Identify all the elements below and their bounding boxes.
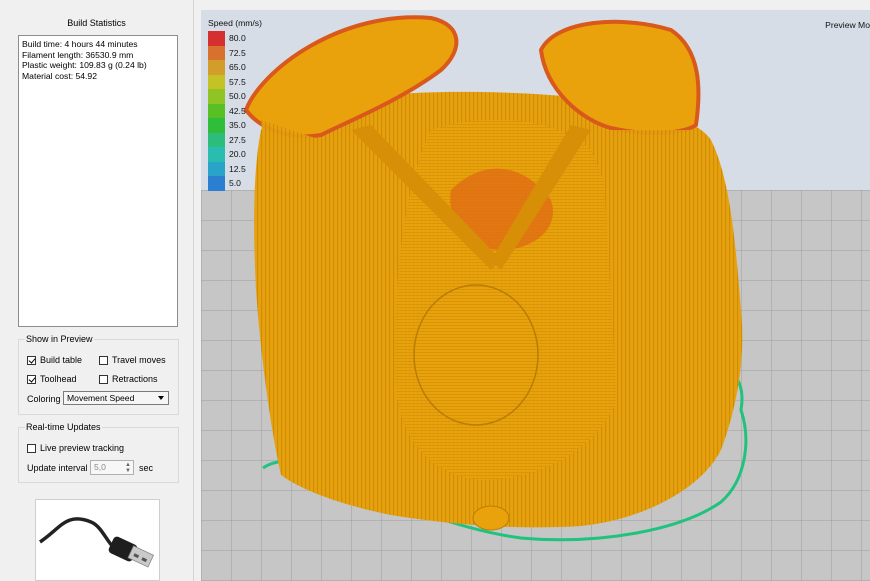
legend-value: 50.0 xyxy=(229,91,246,102)
checkbox-unchecked-icon xyxy=(99,374,108,384)
plastic-weight-line: Plastic weight: 109.83 g (0.24 lb) xyxy=(22,60,147,70)
3d-preview-viewport[interactable]: Speed (mm/s) 80.0 72.5 65.0 57.5 50.0 42.5 35.… xyxy=(201,10,870,581)
usb-cable-icon xyxy=(39,517,155,568)
legend-value: 12.5 xyxy=(229,163,246,174)
build-statistics-box: Build time: 4 hours 44 minutes Filament … xyxy=(18,35,178,327)
legend-row: 5.0 xyxy=(208,176,262,191)
legend-swatch xyxy=(208,147,225,162)
update-interval-unit: sec xyxy=(139,463,154,473)
legend-value: 57.5 xyxy=(229,76,246,87)
build-table-checkbox[interactable]: Build table xyxy=(27,355,82,365)
legend-row: 35.0 xyxy=(208,118,262,133)
legend-swatch xyxy=(208,118,225,133)
coloring-select[interactable]: Movement Speed xyxy=(63,391,169,405)
live-preview-tracking-label: Live preview tracking xyxy=(40,443,125,453)
legend-title: Speed (mm/s) xyxy=(208,18,262,28)
legend-swatch xyxy=(208,176,225,191)
legend-swatch xyxy=(208,45,225,60)
legend-value: 80.0 xyxy=(229,33,246,44)
coloring-select-value: Movement Speed xyxy=(67,393,135,403)
preview-mode-label: Preview Mo xyxy=(825,20,870,30)
legend-row: 42.5 xyxy=(208,103,262,118)
coloring-label: Coloring xyxy=(27,394,61,404)
legend-swatch xyxy=(208,74,225,89)
legend-row: 27.5 xyxy=(208,132,262,147)
travel-moves-label: Travel moves xyxy=(112,355,166,365)
legend-value: 5.0 xyxy=(229,178,241,189)
retractions-label: Retractions xyxy=(112,374,158,384)
toolhead-checkbox[interactable]: Toolhead xyxy=(27,374,77,384)
checkbox-checked-icon xyxy=(27,374,36,384)
build-time-line: Build time: 4 hours 44 minutes xyxy=(22,39,138,49)
legend-value: 65.0 xyxy=(229,62,246,73)
legend-row: 72.5 xyxy=(208,45,262,60)
legend-swatch xyxy=(208,60,225,75)
legend-swatch xyxy=(208,132,225,147)
legend-value: 42.5 xyxy=(229,105,246,116)
update-interval-spinbox[interactable]: 5,0 ▲ ▼ xyxy=(90,460,134,475)
material-cost-line: Material cost: 54.92 xyxy=(22,70,97,81)
realtime-updates-title: Real-time Updates xyxy=(25,422,102,432)
filament-length-line: Filament length: 36530.9 mm xyxy=(22,49,134,60)
travel-moves-checkbox[interactable]: Travel moves xyxy=(99,355,166,365)
legend-row: 57.5 xyxy=(208,74,262,89)
update-interval-label: Update interval xyxy=(27,463,88,473)
retractions-checkbox[interactable]: Retractions xyxy=(99,374,158,384)
legend-value: 35.0 xyxy=(229,120,246,131)
checkbox-checked-icon xyxy=(27,355,36,365)
show-in-preview-title: Show in Preview xyxy=(25,334,94,344)
speed-legend: Speed (mm/s) 80.0 72.5 65.0 57.5 50.0 42.5 35.… xyxy=(208,18,262,191)
update-interval-value: 5,0 xyxy=(94,462,106,472)
legend-swatch xyxy=(208,31,225,46)
live-preview-tracking-checkbox[interactable]: Live preview tracking xyxy=(27,443,124,453)
legend-row: 80.0 xyxy=(208,31,262,46)
3d-scene xyxy=(201,10,870,581)
legend-swatch xyxy=(208,161,225,176)
legend-row: 65.0 xyxy=(208,60,262,75)
legend-value: 72.5 xyxy=(229,47,246,58)
legend-swatch xyxy=(208,89,225,104)
checkbox-unchecked-icon xyxy=(99,355,108,365)
left-panel: Build Statistics Build time: 4 hours 44 … xyxy=(0,0,194,581)
spin-arrows-icon[interactable]: ▲ ▼ xyxy=(125,462,131,474)
checkbox-unchecked-icon xyxy=(27,443,36,453)
dropdown-arrow-icon xyxy=(158,396,164,400)
build-statistics-title: Build Statistics xyxy=(67,18,126,28)
printer-connection-image xyxy=(35,499,160,581)
legend-row: 12.5 xyxy=(208,161,262,176)
legend-value: 27.5 xyxy=(229,134,246,145)
legend-swatch xyxy=(208,103,225,118)
legend-row: 50.0 xyxy=(208,89,262,104)
toolhead-label: Toolhead xyxy=(40,374,77,384)
legend-value: 20.0 xyxy=(229,149,246,160)
build-table-label: Build table xyxy=(40,355,83,365)
legend-row: 20.0 xyxy=(208,147,262,162)
